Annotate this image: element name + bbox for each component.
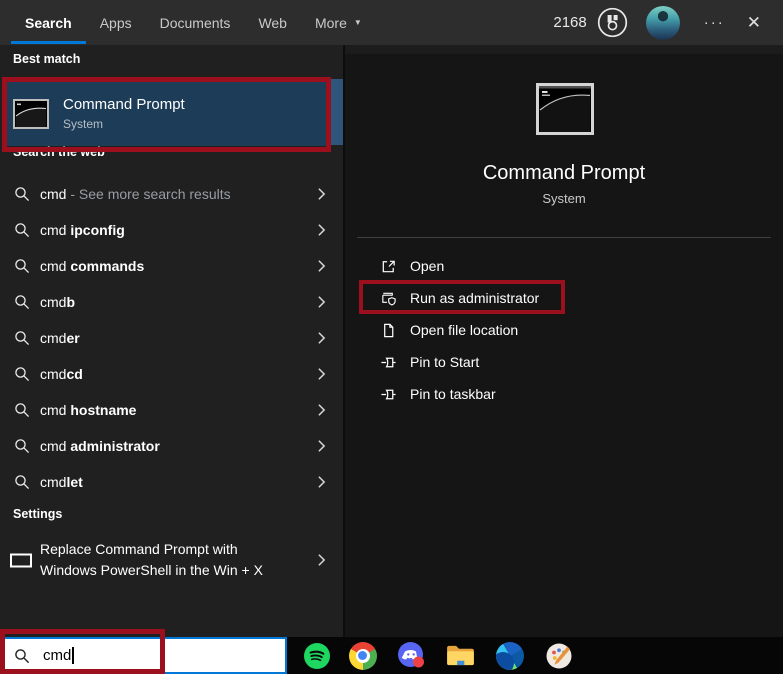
- search-results-panel: Best match Command Prompt System Search …: [0, 45, 343, 637]
- file-location-icon: [380, 322, 398, 339]
- suggestion-label: cmd commands: [40, 258, 145, 274]
- action-open-file-location[interactable]: Open file location: [345, 314, 783, 346]
- paint-icon[interactable]: [544, 641, 573, 670]
- suggestion-label: cmdcd: [40, 366, 83, 382]
- rewards-medal-icon[interactable]: [597, 7, 628, 38]
- chevron-right-icon[interactable]: [317, 439, 326, 453]
- best-match-title: Command Prompt: [63, 96, 185, 113]
- action-pin-to-start[interactable]: Pin to Start: [345, 346, 783, 378]
- search-filter-bar: Search Apps Documents Web More ▼ 2168 ··· ✕: [0, 0, 783, 45]
- tab-more[interactable]: More ▼: [301, 0, 376, 45]
- suggestion-label: cmd administrator: [40, 438, 160, 454]
- action-label: Open file location: [410, 322, 519, 338]
- search-suggestion-cmdlet[interactable]: cmdlet: [0, 464, 343, 500]
- search-icon: [14, 330, 31, 346]
- suggestion-label: cmdb: [40, 294, 76, 310]
- search-suggestion-cmdcd[interactable]: cmdcd: [0, 356, 343, 392]
- search-icon: [14, 474, 31, 490]
- file-explorer-icon[interactable]: [446, 641, 475, 670]
- preview-divider: [357, 237, 771, 238]
- search-icon: [14, 258, 31, 274]
- search-icon: [14, 648, 31, 664]
- chevron-right-icon[interactable]: [317, 403, 326, 417]
- search-suggestion-cmdb[interactable]: cmdb: [0, 284, 343, 320]
- chevron-right-icon[interactable]: [317, 331, 326, 345]
- search-suggestion-cmd-commands[interactable]: cmd commands: [0, 248, 343, 284]
- search-suggestion-cmder[interactable]: cmder: [0, 320, 343, 356]
- action-pin-to-taskbar[interactable]: Pin to taskbar: [345, 378, 783, 410]
- settings-result-replace-cmd[interactable]: Replace Command Prompt with Windows Powe…: [0, 532, 343, 588]
- action-run-as-administrator[interactable]: Run as administrator: [345, 282, 783, 314]
- toggle-window-icon: [10, 553, 32, 568]
- best-match-text: Command Prompt System: [63, 96, 185, 131]
- chevron-right-icon[interactable]: [317, 295, 326, 309]
- context-actions-list: Open Run as administrator Open file locati…: [345, 250, 783, 410]
- more-options-icon[interactable]: ···: [704, 14, 725, 31]
- preview-app-subtitle: System: [542, 191, 586, 206]
- chrome-icon[interactable]: [348, 641, 377, 670]
- chevron-right-icon[interactable]: [317, 475, 326, 489]
- taskbar: [287, 637, 783, 674]
- command-prompt-icon: [13, 98, 49, 129]
- search-filter-tabs: Search Apps Documents Web More ▼: [11, 0, 376, 45]
- suggestion-label: cmdlet: [40, 474, 83, 490]
- chevron-right-icon[interactable]: [317, 187, 326, 201]
- action-open[interactable]: Open: [345, 250, 783, 282]
- search-suggestion-cmd-ipconfig[interactable]: cmd ipconfig: [0, 212, 343, 248]
- web-suggestions-list: cmd - See more search results cmd ipconfi…: [0, 176, 343, 500]
- rewards-points[interactable]: 2168: [553, 14, 586, 31]
- search-suggestion-cmd[interactable]: cmd - See more search results: [0, 176, 343, 212]
- spotify-icon[interactable]: [302, 641, 331, 670]
- action-label: Pin to taskbar: [410, 386, 496, 402]
- result-preview-panel: Command Prompt System Open Run as adminis…: [343, 45, 783, 637]
- pin-icon: [380, 354, 398, 371]
- windows-search-flyout: Search Apps Documents Web More ▼ 2168 ··· ✕ B…: [0, 0, 783, 674]
- chevron-right-icon[interactable]: [317, 259, 326, 273]
- preview-app-title: Command Prompt: [482, 162, 646, 184]
- settings-header: Settings: [13, 507, 63, 521]
- tab-documents[interactable]: Documents: [146, 0, 245, 45]
- action-label: Run as administrator: [410, 290, 540, 306]
- dropdown-arrow-icon: ▼: [353, 18, 362, 27]
- pin-icon: [380, 386, 398, 403]
- command-prompt-icon-large: [536, 83, 594, 135]
- search-icon: [14, 294, 31, 310]
- user-avatar[interactable]: [645, 5, 680, 40]
- discord-icon[interactable]: [397, 641, 426, 670]
- search-the-web-header: Search the web: [13, 145, 105, 159]
- search-suggestion-cmd-hostname[interactable]: cmd hostname: [0, 392, 343, 428]
- search-icon: [14, 366, 31, 382]
- search-input-box[interactable]: cmd: [0, 637, 287, 674]
- edge-icon[interactable]: [495, 641, 524, 670]
- tab-apps[interactable]: Apps: [86, 0, 146, 45]
- search-icon: [14, 402, 31, 418]
- open-icon: [380, 258, 398, 275]
- topbar-right-cluster: 2168 ··· ✕: [553, 5, 767, 40]
- search-icon: [14, 186, 31, 202]
- best-match-subtitle: System: [63, 117, 104, 131]
- suggestion-label: cmd - See more search results: [40, 186, 231, 202]
- settings-result-label: Replace Command Prompt with Windows Powe…: [40, 541, 263, 578]
- scrollbar-thumb[interactable]: [331, 79, 343, 145]
- best-match-result-command-prompt[interactable]: Command Prompt System: [7, 81, 326, 146]
- suggestion-label: cmd hostname: [40, 402, 137, 418]
- suggestion-label: cmd ipconfig: [40, 222, 125, 238]
- search-icon: [14, 438, 31, 454]
- preview-panel-top-strip: [345, 45, 783, 54]
- tab-search[interactable]: Search: [11, 0, 86, 45]
- action-label: Open: [410, 258, 445, 274]
- best-match-header: Best match: [13, 52, 81, 66]
- tab-web[interactable]: Web: [244, 0, 301, 45]
- action-label: Pin to Start: [410, 354, 480, 370]
- chevron-right-icon[interactable]: [317, 553, 326, 567]
- search-suggestion-cmd-administrator[interactable]: cmd administrator: [0, 428, 343, 464]
- chevron-right-icon[interactable]: [317, 367, 326, 381]
- run-admin-shield-icon: [380, 290, 398, 307]
- chevron-right-icon[interactable]: [317, 223, 326, 237]
- close-icon[interactable]: ✕: [747, 13, 761, 33]
- search-input-value[interactable]: cmd: [43, 647, 71, 664]
- text-caret: [72, 647, 74, 664]
- suggestion-label: cmder: [40, 330, 80, 346]
- search-icon: [14, 222, 31, 238]
